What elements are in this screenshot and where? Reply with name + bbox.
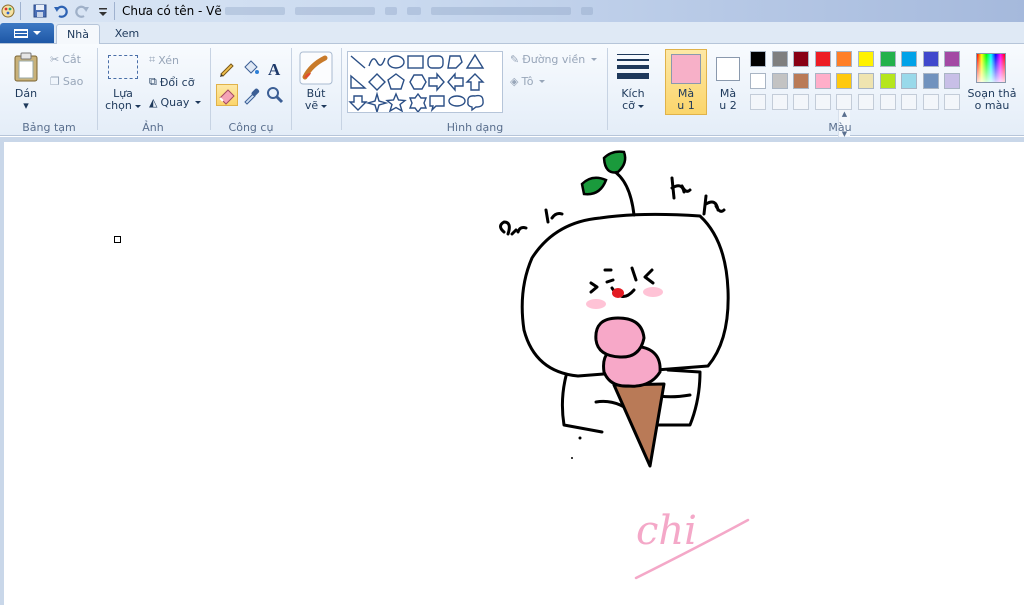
drawing-layer: chi (499, 150, 750, 580)
ice-cream-cone (612, 382, 666, 468)
sprout-stem (610, 168, 636, 217)
ice-cream-scoop-top (594, 316, 646, 359)
left-blush (586, 299, 606, 309)
character-left-leg (560, 374, 604, 434)
scribble-mark (702, 194, 726, 216)
right-eyebrow (630, 266, 638, 282)
scribble-mark (544, 208, 564, 224)
tongue (612, 288, 624, 298)
sprout-leaf-right (602, 150, 627, 174)
character-right-arm (658, 393, 692, 399)
signature-text: chi (636, 508, 697, 554)
left-eye (589, 281, 599, 294)
left-eyebrow (603, 268, 615, 284)
sprout-leaf-left (580, 176, 608, 196)
right-eye (643, 268, 655, 285)
right-blush (643, 287, 663, 297)
ink-dot (571, 457, 573, 459)
scribble-mark (499, 220, 528, 236)
ink-dot (578, 436, 582, 440)
scribble-mark (670, 176, 692, 200)
